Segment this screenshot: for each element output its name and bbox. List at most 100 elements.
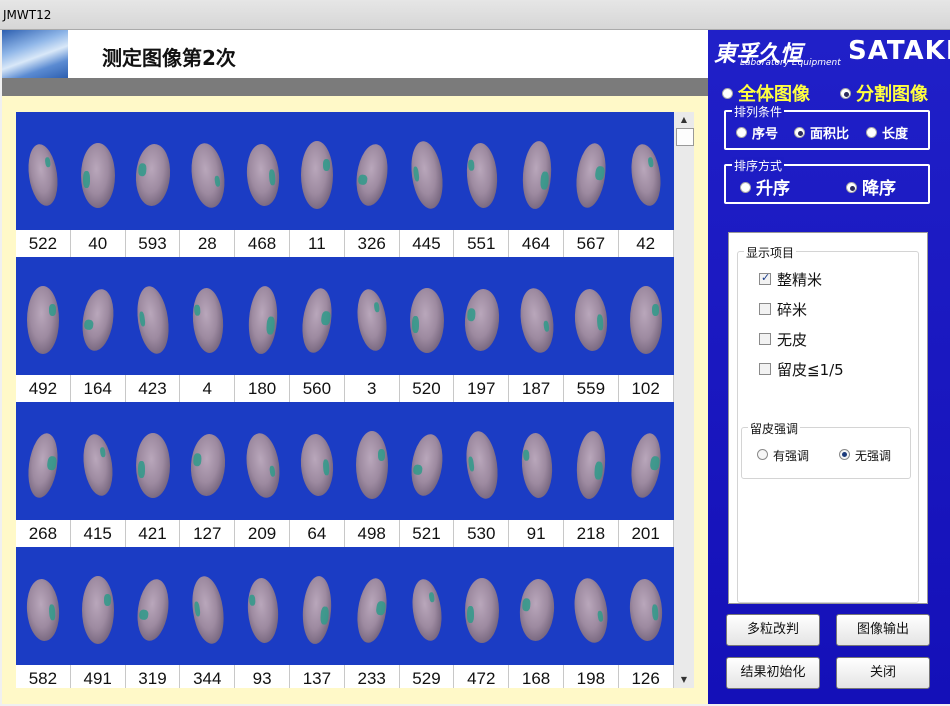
radio-selected-icon — [794, 127, 805, 138]
grain-number[interactable]: 28 — [180, 230, 236, 257]
grain-number[interactable]: 201 — [619, 520, 674, 547]
grain-kernel[interactable] — [136, 432, 170, 498]
image-output-button[interactable]: 图像输出 — [836, 614, 930, 646]
scroll-up-icon[interactable]: ▲ — [674, 112, 694, 128]
grain-kernel[interactable] — [630, 286, 663, 354]
grain-number[interactable]: 4 — [180, 375, 236, 402]
grain-number[interactable]: 520 — [400, 375, 455, 402]
grain-number[interactable]: 127 — [180, 520, 236, 547]
sort-condition-label: 排列条件 — [732, 103, 785, 120]
grain-grid-frame: 522 40 593 28 468 11 326 445 551 464 567 42 492 164 42… — [2, 96, 708, 704]
emphasis-label: 留皮强调 — [748, 420, 801, 437]
grain-number[interactable]: 521 — [400, 520, 455, 547]
brand-name-en: SATAKE — [848, 36, 950, 66]
grain-number[interactable]: 168 — [509, 665, 564, 688]
bran-spot — [138, 311, 146, 327]
bran-spot — [652, 304, 660, 316]
bran-spot — [378, 449, 386, 461]
scroll-thumb[interactable] — [676, 128, 694, 146]
grain-number[interactable]: 218 — [564, 520, 619, 547]
grain-number[interactable]: 40 — [71, 230, 126, 257]
grain-number[interactable]: 468 — [235, 230, 290, 257]
grain-number[interactable]: 492 — [16, 375, 71, 402]
grain-number[interactable]: 3 — [345, 375, 400, 402]
grain-number[interactable]: 91 — [509, 520, 564, 547]
grain-number[interactable]: 421 — [126, 520, 181, 547]
check-no-bran[interactable]: 无皮 — [759, 329, 807, 350]
bran-spot — [466, 307, 476, 322]
grain-number[interactable]: 559 — [564, 375, 619, 402]
bran-spot — [412, 166, 420, 182]
grain-number[interactable]: 11 — [290, 230, 345, 257]
check-broken-rice[interactable]: 碎米 — [759, 299, 807, 320]
sort-ascending[interactable]: 升序 — [740, 174, 790, 199]
grain-number[interactable]: 102 — [619, 375, 674, 402]
grain-number[interactable]: 233 — [345, 665, 400, 688]
bran-spot — [428, 591, 435, 603]
grain-kernel[interactable] — [301, 141, 334, 209]
grain-number[interactable]: 593 — [126, 230, 181, 257]
grain-number[interactable]: 491 — [71, 665, 126, 688]
bran-spot — [83, 170, 91, 188]
grain-number[interactable]: 415 — [71, 520, 126, 547]
grain-number[interactable]: 126 — [619, 665, 674, 688]
vertical-scrollbar[interactable]: ▲ ▼ — [674, 112, 694, 688]
bran-spot — [83, 319, 95, 331]
grain-number[interactable]: 319 — [126, 665, 181, 688]
grain-number[interactable]: 464 — [509, 230, 564, 257]
grain-number[interactable]: 164 — [71, 375, 126, 402]
grain-number[interactable]: 522 — [16, 230, 71, 257]
grain-kernel[interactable] — [410, 287, 444, 353]
grain-number[interactable]: 268 — [16, 520, 71, 547]
grain-number[interactable]: 445 — [400, 230, 455, 257]
grain-number[interactable]: 567 — [564, 230, 619, 257]
bran-spot — [597, 314, 605, 331]
grain-kernel[interactable] — [27, 286, 60, 354]
grain-number[interactable]: 582 — [16, 665, 71, 688]
grain-number[interactable]: 498 — [345, 520, 400, 547]
reset-results-button[interactable]: 结果初始化 — [726, 657, 820, 689]
grain-kernel[interactable] — [356, 431, 389, 499]
bran-spot — [138, 609, 149, 621]
grain-number[interactable]: 187 — [509, 375, 564, 402]
bran-spot — [323, 459, 331, 476]
grain-number[interactable]: 197 — [454, 375, 510, 402]
grain-number[interactable]: 64 — [290, 520, 345, 547]
grain-number[interactable]: 209 — [235, 520, 290, 547]
bran-spot — [193, 304, 201, 316]
emphasis-off[interactable]: 无强调 — [839, 447, 891, 464]
grain-kernel[interactable] — [82, 576, 115, 644]
multi-judge-button[interactable]: 多粒改判 — [726, 614, 820, 646]
grain-number[interactable]: 472 — [454, 665, 510, 688]
check-whole-rice[interactable]: 整精米 — [759, 269, 822, 290]
sort-by-length[interactable]: 长度 — [866, 123, 908, 142]
scroll-down-icon[interactable]: ▼ — [674, 672, 694, 688]
grain-number[interactable]: 93 — [235, 665, 290, 688]
grain-number[interactable]: 551 — [454, 230, 510, 257]
emphasis-on[interactable]: 有强调 — [757, 447, 809, 464]
grain-number[interactable]: 529 — [400, 665, 455, 688]
grain-kernel[interactable] — [81, 142, 116, 208]
sort-by-area-ratio[interactable]: 面积比 — [794, 123, 849, 142]
grain-number[interactable]: 198 — [564, 665, 619, 688]
grain-number[interactable]: 423 — [126, 375, 181, 402]
checkbox-icon — [759, 332, 771, 345]
check-bran-residual[interactable]: 留皮≦1/5 — [759, 359, 844, 380]
grain-kernel[interactable] — [464, 577, 499, 643]
close-button[interactable]: 关闭 — [836, 657, 930, 689]
grain-grid[interactable]: 522 40 593 28 468 11 326 445 551 464 567 42 492 164 42… — [16, 112, 674, 688]
grain-number[interactable]: 560 — [290, 375, 345, 402]
window-titlebar: JMWT12 — [0, 0, 950, 30]
grain-number[interactable]: 180 — [235, 375, 290, 402]
grain-number[interactable]: 326 — [345, 230, 400, 257]
grain-number[interactable]: 42 — [619, 230, 674, 257]
grain-number[interactable]: 344 — [180, 665, 236, 688]
grain-number[interactable]: 137 — [290, 665, 345, 688]
grain-label-row: 582 491 319 344 93 137 233 529 472 168 198 126 — [16, 665, 674, 688]
sort-by-index[interactable]: 序号 — [736, 123, 778, 142]
bran-spot — [46, 455, 58, 471]
mode-split-image[interactable]: 分割图像 — [840, 80, 928, 106]
sort-descending[interactable]: 降序 — [846, 174, 896, 199]
header-divider — [2, 78, 708, 96]
grain-number[interactable]: 530 — [454, 520, 510, 547]
